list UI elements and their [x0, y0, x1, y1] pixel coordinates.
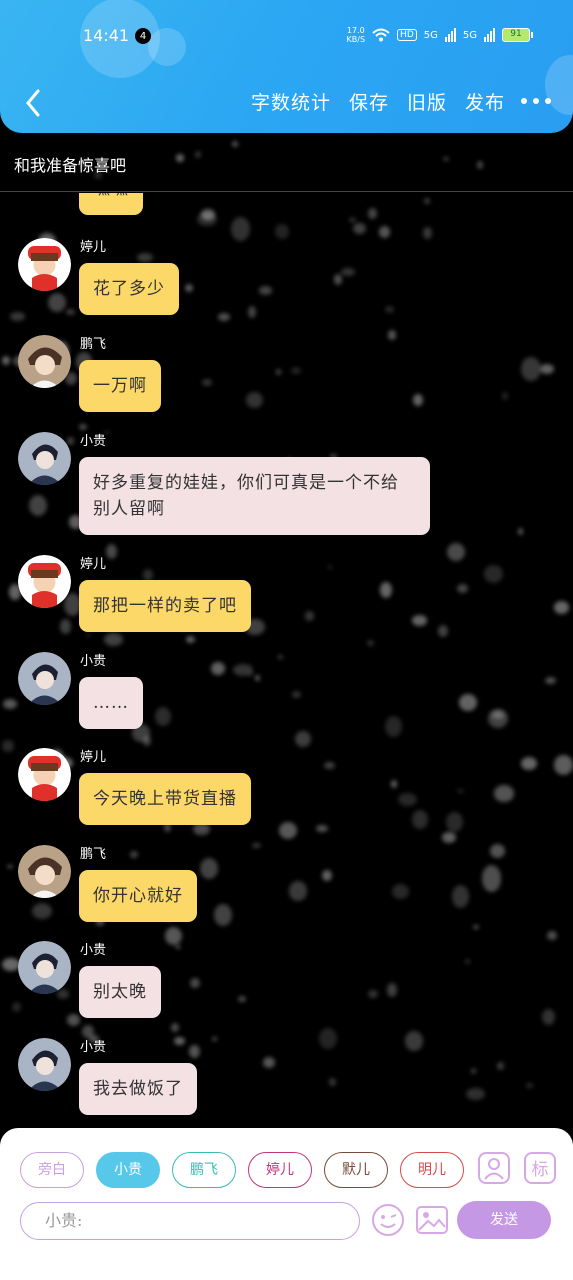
- image-button[interactable]: [414, 1202, 450, 1238]
- signal-icon-2: [484, 28, 495, 42]
- speaker-name: 鹏飞: [80, 337, 107, 352]
- emoji-icon: [372, 1204, 404, 1236]
- message-bubble[interactable]: 今天晚上带货直播: [79, 773, 251, 825]
- story-title-bar: 和我准备惊喜吧: [0, 142, 573, 192]
- message-bubble[interactable]: 一万啊: [79, 360, 161, 412]
- avatar[interactable]: [18, 335, 71, 388]
- character-manage-icon[interactable]: [478, 1152, 510, 1184]
- speaker-name: 小贵: [80, 654, 107, 669]
- speaker-name: 婷儿: [80, 750, 107, 765]
- message-input[interactable]: 小贵:: [20, 1202, 360, 1240]
- message-bubble[interactable]: 花了多少: [79, 263, 179, 315]
- message-bubble[interactable]: 嘿嘿: [79, 193, 143, 215]
- hd-badge: HD: [397, 29, 417, 41]
- publish-button[interactable]: 发布: [465, 86, 505, 120]
- boy-winter-avatar-icon: [18, 652, 71, 705]
- network-speed: 17.0 KB/S: [346, 26, 366, 44]
- boy-avatar-icon: [18, 845, 71, 898]
- avatar[interactable]: [18, 748, 71, 801]
- speaker-name: 小贵: [80, 434, 107, 449]
- message-bubble[interactable]: 那把一样的卖了吧: [79, 580, 251, 632]
- back-button[interactable]: [18, 86, 48, 120]
- message-bubble[interactable]: 你开心就好: [79, 870, 197, 922]
- speaker-name: 小贵: [80, 1040, 107, 1055]
- boy-winter-avatar-icon: [18, 1038, 71, 1091]
- boy-winter-avatar-icon: [18, 432, 71, 485]
- speaker-name: 婷儿: [80, 240, 107, 255]
- avatar[interactable]: [18, 652, 71, 705]
- avatar[interactable]: [18, 1038, 71, 1091]
- signal-5g-label-2: 5G: [462, 29, 477, 41]
- avatar[interactable]: [18, 555, 71, 608]
- message-bubble[interactable]: ……: [79, 677, 143, 729]
- girl-avatar-icon: [18, 238, 71, 291]
- boy-avatar-icon: [18, 335, 71, 388]
- image-icon: [416, 1206, 448, 1234]
- avatar[interactable]: [18, 845, 71, 898]
- character-selector: 旁白 小贵 鹏飞 婷儿 默儿 明儿: [20, 1152, 465, 1188]
- character-chip[interactable]: 默儿: [324, 1152, 388, 1188]
- status-bar: 14:41 4 17.0 KB/S HD 5G 5G 91: [0, 26, 573, 48]
- character-chip[interactable]: 明儿: [400, 1152, 464, 1188]
- character-chip[interactable]: 小贵: [96, 1152, 160, 1188]
- message-list[interactable]: 嘿嘿 婷儿 花了多少 鹏飞 一万啊 小贵 好多重复的娃娃，你们可真是一个不给别人…: [0, 193, 573, 1128]
- avatar[interactable]: [18, 941, 71, 994]
- old-version-button[interactable]: 旧版: [407, 86, 447, 120]
- emoji-button[interactable]: [370, 1202, 406, 1238]
- character-chip[interactable]: 鹏飞: [172, 1152, 236, 1188]
- app-header: 14:41 4 17.0 KB/S HD 5G 5G 91 字数统计 保存 旧版…: [0, 0, 573, 133]
- notification-count-badge: 4: [135, 28, 151, 44]
- wifi-icon: [372, 28, 390, 42]
- signal-icon: [444, 28, 456, 42]
- message-bubble[interactable]: 别太晚: [79, 966, 161, 1018]
- message-bubble[interactable]: 好多重复的娃娃，你们可真是一个不给别人留啊: [79, 457, 430, 535]
- send-button[interactable]: 发送: [457, 1201, 551, 1239]
- toolbar: 字数统计 保存 旧版 发布: [0, 86, 573, 120]
- tag-icon[interactable]: 标: [524, 1152, 556, 1184]
- story-title: 和我准备惊喜吧: [14, 156, 127, 175]
- word-count-button[interactable]: 字数统计: [251, 86, 331, 120]
- chevron-left-icon: [26, 89, 40, 117]
- avatar[interactable]: [18, 432, 71, 485]
- character-chip[interactable]: 婷儿: [248, 1152, 312, 1188]
- avatar[interactable]: [18, 238, 71, 291]
- more-icon[interactable]: [521, 98, 551, 104]
- girl-avatar-icon: [18, 748, 71, 801]
- save-button[interactable]: 保存: [349, 86, 389, 120]
- boy-winter-avatar-icon: [18, 941, 71, 994]
- character-chip[interactable]: 旁白: [20, 1152, 84, 1188]
- message-bubble[interactable]: 我去做饭了: [79, 1063, 197, 1115]
- status-time: 14:41: [83, 26, 130, 45]
- speaker-name: 小贵: [80, 943, 107, 958]
- signal-5g-label: 5G: [423, 29, 438, 41]
- speaker-name: 婷儿: [80, 557, 107, 572]
- girl-avatar-icon: [18, 555, 71, 608]
- battery-icon: 91: [502, 28, 533, 42]
- svg-text:标: 标: [532, 1160, 549, 1180]
- speaker-name: 鹏飞: [80, 847, 107, 862]
